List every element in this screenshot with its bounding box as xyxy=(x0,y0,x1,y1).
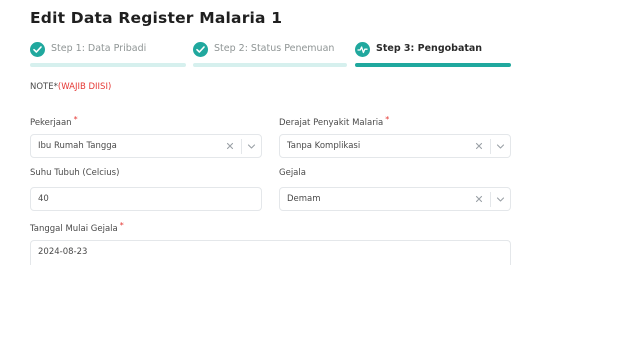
note-prefix: NOTE* xyxy=(30,82,58,92)
step-label: Step 1: Data Pribadi xyxy=(51,43,147,54)
step-label: Step 3: Pengobatan xyxy=(376,43,483,54)
derajat-label: Derajat Penyakit Malaria * xyxy=(279,115,389,128)
pekerjaan-value: Ibu Rumah Tangga xyxy=(38,141,117,151)
activity-pulse-icon xyxy=(355,42,370,57)
check-circle-icon xyxy=(193,42,208,57)
clear-icon[interactable] xyxy=(224,140,236,152)
select-separator xyxy=(241,139,242,154)
required-asterisk: * xyxy=(385,115,390,124)
tanggal-label-text: Tanggal Mulai Gejala xyxy=(30,224,118,234)
step-pengobatan[interactable]: Step 3: Pengobatan xyxy=(355,40,511,70)
required-asterisk: * xyxy=(73,115,78,124)
step-data-pribadi[interactable]: Step 1: Data Pribadi xyxy=(30,40,186,70)
pekerjaan-label: Pekerjaan * xyxy=(30,115,78,128)
derajat-select[interactable]: Tanpa Komplikasi xyxy=(279,134,511,158)
gejala-label-text: Gejala xyxy=(279,168,306,178)
page-title: Edit Data Register Malaria 1 xyxy=(30,9,283,27)
tanggal-value: 2024-08-23 xyxy=(38,247,88,257)
derajat-value: Tanpa Komplikasi xyxy=(287,141,361,151)
required-note: NOTE*(WAJIB DIISI) xyxy=(30,82,111,92)
step-status-penemuan[interactable]: Step 2: Status Penemuan xyxy=(193,40,347,70)
chevron-down-icon[interactable] xyxy=(495,194,506,205)
gejala-label: Gejala xyxy=(279,168,306,178)
step-progress-bar xyxy=(193,63,347,67)
pekerjaan-select[interactable]: Ibu Rumah Tangga xyxy=(30,134,262,158)
form-panel: Edit Data Register Malaria 1 Step 1: Dat… xyxy=(10,0,528,265)
select-separator xyxy=(490,192,491,207)
suhu-label: Suhu Tubuh (Celcius) xyxy=(30,168,119,178)
chevron-down-icon[interactable] xyxy=(246,141,257,152)
chevron-down-icon[interactable] xyxy=(495,141,506,152)
derajat-label-text: Derajat Penyakit Malaria xyxy=(279,118,384,128)
gejala-select[interactable]: Demam xyxy=(279,187,511,211)
step-progress-bar xyxy=(355,63,511,67)
required-asterisk: * xyxy=(119,221,124,230)
step-label: Step 2: Status Penemuan xyxy=(214,43,335,54)
select-separator xyxy=(490,139,491,154)
suhu-input[interactable] xyxy=(30,187,262,211)
clear-icon[interactable] xyxy=(473,140,485,152)
note-required-text: (WAJIB DIISI) xyxy=(57,82,112,92)
gejala-value: Demam xyxy=(287,194,321,204)
check-circle-icon xyxy=(30,42,45,57)
suhu-label-text: Suhu Tubuh (Celcius) xyxy=(30,168,120,178)
step-progress-bar xyxy=(30,63,186,67)
pekerjaan-label-text: Pekerjaan xyxy=(30,118,72,128)
clear-icon[interactable] xyxy=(473,193,485,205)
tanggal-date-input[interactable]: 2024-08-23 xyxy=(30,240,511,265)
tanggal-label: Tanggal Mulai Gejala * xyxy=(30,221,124,234)
